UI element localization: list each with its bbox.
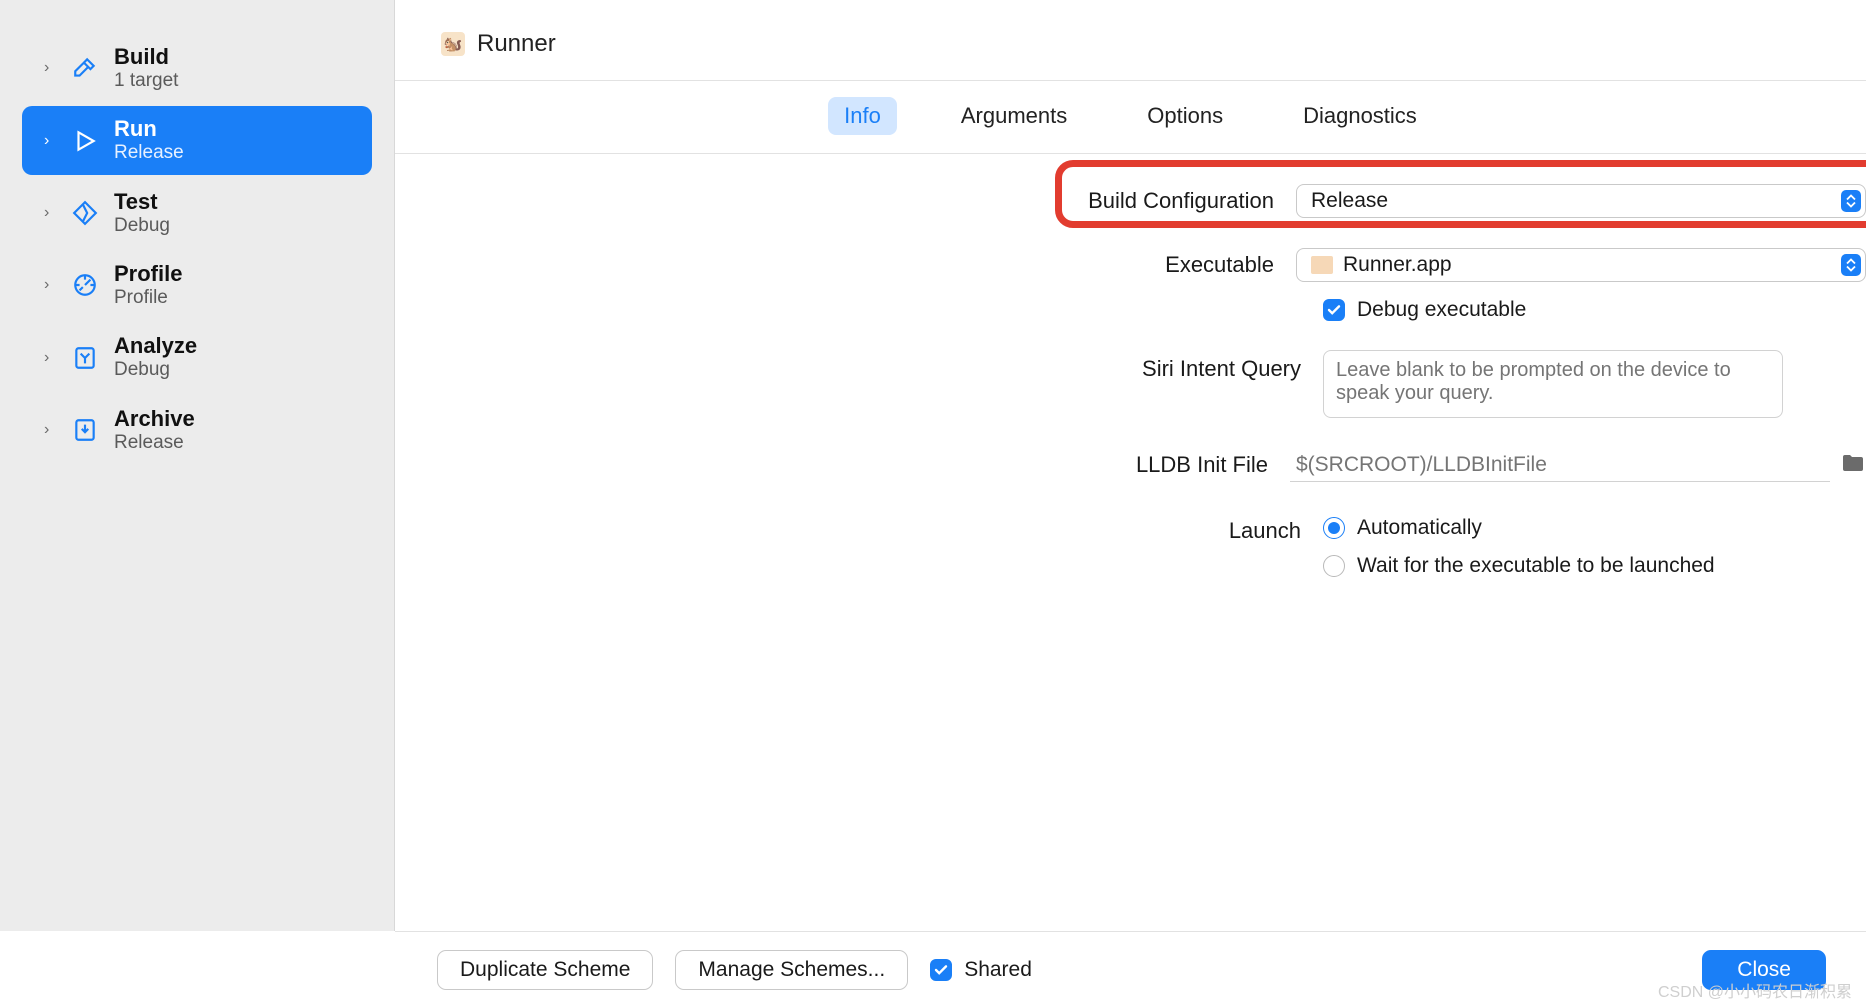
launch-auto-label: Automatically (1357, 516, 1482, 540)
row-build-config: Build Configuration Release (395, 176, 1866, 226)
hammer-icon (70, 53, 100, 83)
sidebar-item-sub: Debug (114, 359, 197, 381)
shared-label: Shared (964, 958, 1032, 982)
sidebar-item-title: Archive (114, 406, 195, 432)
info-form: Build Configuration Release Executable (395, 154, 1866, 931)
sidebar-item-title: Profile (114, 261, 182, 287)
choose-folder-button[interactable] (1840, 453, 1866, 478)
sidebar-item-test[interactable]: › Test Debug (22, 179, 372, 247)
app-root: › Build 1 target › Run Release › (0, 0, 1866, 931)
scheme-editor-main: 🐿️ Runner Info Arguments Options Diagnos… (395, 0, 1866, 931)
sidebar-item-profile[interactable]: › Profile Profile (22, 251, 372, 319)
updown-stepper-icon (1841, 254, 1861, 276)
row-siri-query: Siri Intent Query (395, 342, 1866, 426)
gauge-icon (70, 270, 100, 300)
chevron-right-icon: › (44, 59, 56, 77)
duplicate-scheme-button[interactable]: Duplicate Scheme (437, 950, 653, 990)
chevron-right-icon: › (44, 204, 56, 222)
tab-options[interactable]: Options (1131, 97, 1239, 135)
scheme-editor-footer: Duplicate Scheme Manage Schemes... Share… (395, 931, 1866, 1008)
sidebar-item-title: Build (114, 44, 178, 70)
play-icon (70, 126, 100, 156)
manage-schemes-button[interactable]: Manage Schemes... (675, 950, 908, 990)
archive-icon (70, 415, 100, 445)
sidebar-item-sub: Debug (114, 215, 170, 237)
label-launch: Launch (395, 516, 1305, 544)
debug-executable-label: Debug executable (1357, 298, 1526, 322)
launch-wait-label: Wait for the executable to be launched (1357, 554, 1715, 578)
tab-diagnostics[interactable]: Diagnostics (1287, 97, 1433, 135)
app-icon: 🐿️ (441, 32, 465, 56)
scheme-name: Runner (477, 30, 556, 58)
watermark-text: CSDN @小小码农日渐积累 (1658, 978, 1852, 1002)
chevron-right-icon: › (44, 132, 56, 150)
sidebar-item-title: Test (114, 189, 170, 215)
scheme-editor-sidebar: › Build 1 target › Run Release › (0, 0, 395, 931)
sidebar-item-analyze[interactable]: › Analyze Debug (22, 323, 372, 391)
test-diamond-icon (70, 198, 100, 228)
launch-auto-radio[interactable] (1323, 517, 1345, 539)
build-config-select[interactable]: Release (1296, 184, 1866, 218)
sidebar-item-sub: 1 target (114, 70, 178, 92)
sidebar-item-sub: Release (114, 432, 195, 454)
sidebar-item-title: Analyze (114, 333, 197, 359)
shared-checkbox[interactable] (930, 959, 952, 981)
sidebar-item-build[interactable]: › Build 1 target (22, 34, 372, 102)
app-bundle-icon (1311, 256, 1333, 274)
tab-info[interactable]: Info (828, 97, 897, 135)
build-config-value: Release (1311, 189, 1841, 213)
sidebar-item-title: Run (114, 116, 184, 142)
sidebar-item-sub: Release (114, 142, 184, 164)
chevron-right-icon: › (44, 421, 56, 439)
siri-query-input[interactable] (1323, 350, 1783, 418)
chevron-right-icon: › (44, 276, 56, 294)
debug-executable-checkbox[interactable] (1323, 299, 1345, 321)
analyze-icon (70, 343, 100, 373)
tab-arguments[interactable]: Arguments (945, 97, 1083, 135)
lldb-init-input[interactable] (1290, 448, 1830, 482)
label-executable: Executable (395, 252, 1278, 278)
row-launch: Launch Automatically Wait for the execut… (395, 508, 1866, 586)
executable-value: Runner.app (1343, 253, 1841, 277)
tab-bar: Info Arguments Options Diagnostics (395, 81, 1866, 154)
sidebar-item-sub: Profile (114, 287, 182, 309)
sidebar-item-archive[interactable]: › Archive Release (22, 396, 372, 464)
row-lldb-init: LLDB Init File (395, 440, 1866, 490)
row-executable: Executable Runner.app (395, 240, 1866, 290)
scheme-titlebar: 🐿️ Runner (395, 0, 1866, 81)
executable-select[interactable]: Runner.app (1296, 248, 1866, 282)
chevron-right-icon: › (44, 349, 56, 367)
updown-stepper-icon (1841, 190, 1861, 212)
label-lldb-init: LLDB Init File (395, 452, 1272, 478)
sidebar-item-run[interactable]: › Run Release (22, 106, 372, 174)
launch-wait-radio[interactable] (1323, 555, 1345, 577)
label-build-config: Build Configuration (395, 188, 1278, 214)
row-debug-exec: Debug executable (395, 290, 1866, 330)
label-siri-query: Siri Intent Query (395, 350, 1305, 382)
